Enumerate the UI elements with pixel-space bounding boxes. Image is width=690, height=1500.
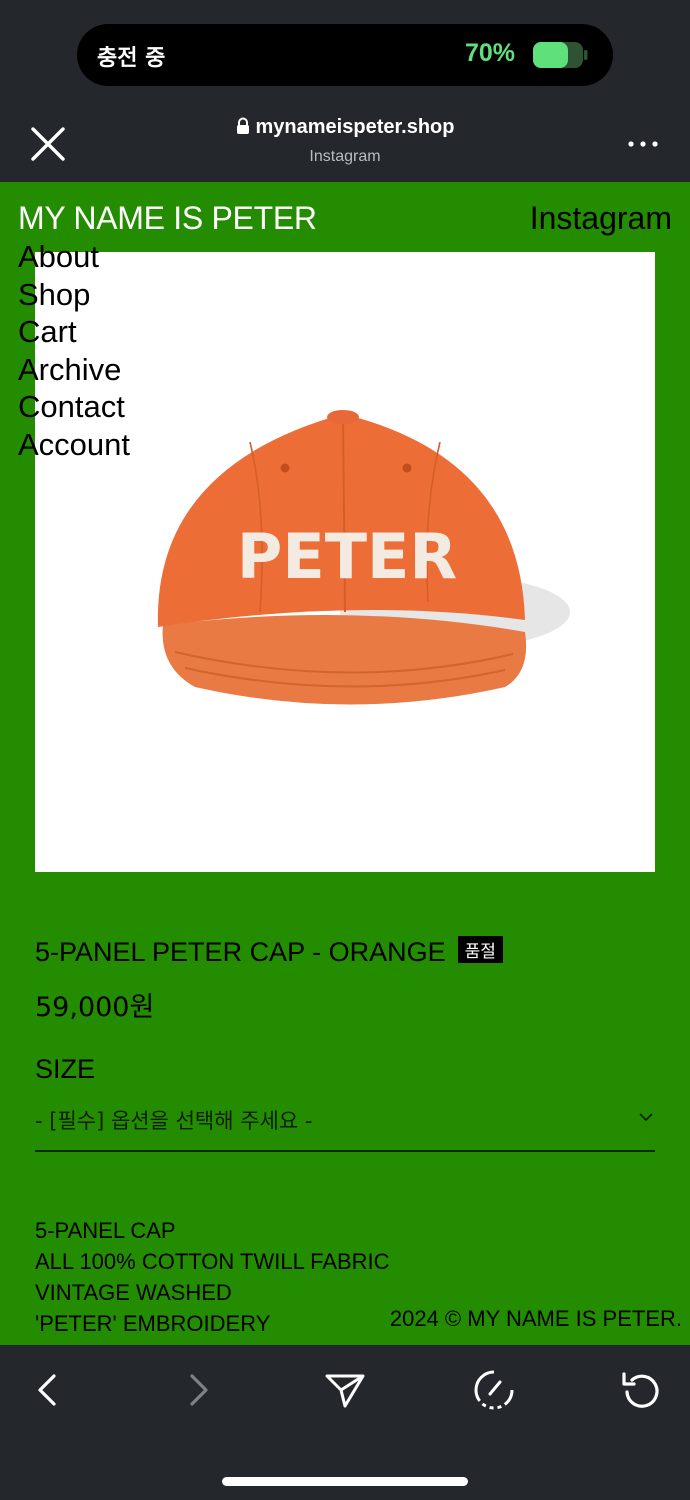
product-price: 59,000원	[35, 992, 155, 1023]
reload-icon[interactable]	[620, 1368, 664, 1412]
nav-cart[interactable]: Cart	[18, 313, 130, 351]
battery-icon	[533, 42, 588, 68]
source-app-label: Instagram	[309, 148, 381, 165]
site-title[interactable]: MY NAME IS PETER	[18, 200, 317, 237]
description-line: VINTAGE WASHED	[35, 1280, 232, 1305]
share-icon[interactable]	[323, 1368, 367, 1412]
nav-shop[interactable]: Shop	[18, 276, 130, 314]
nav-account[interactable]: Account	[18, 426, 130, 464]
description-line: 'PETER' EMBROIDERY	[35, 1311, 271, 1336]
size-select[interactable]: - [필수] 옵션을 선택해 주세요 -	[35, 1102, 655, 1152]
nav-about[interactable]: About	[18, 238, 130, 276]
site-nav: About Shop Cart Archive Contact Account	[18, 238, 130, 464]
size-label: SIZE	[35, 1054, 96, 1084]
cap-embroidery-text: PETER	[237, 520, 457, 593]
more-dots-icon[interactable]	[627, 138, 659, 150]
product-title: 5-PANEL PETER CAP - ORANGE	[35, 937, 446, 967]
nav-archive[interactable]: Archive	[18, 351, 130, 389]
address-bar[interactable]: mynameispeter.shop	[0, 116, 690, 139]
status-pill: 충전 중 70%	[77, 24, 613, 86]
battery-percent: 70%	[465, 39, 516, 67]
charging-status: 충전 중	[97, 46, 166, 71]
back-icon[interactable]	[26, 1368, 70, 1412]
instagram-link[interactable]: Instagram	[530, 200, 672, 237]
description-line: ALL 100% COTTON TWILL FABRIC	[35, 1249, 390, 1274]
soldout-badge: 품절	[457, 936, 503, 963]
webpage: PETER MY NAME IS PETER Instagram About S…	[0, 182, 690, 1345]
forward-icon[interactable]	[176, 1368, 220, 1412]
description-line: 5-PANEL CAP	[35, 1218, 176, 1243]
url-text: mynameispeter.shop	[255, 116, 455, 138]
browser-icon[interactable]	[472, 1368, 516, 1412]
chevron-down-icon	[639, 1113, 653, 1122]
product-name: 5-PANEL PETER CAP - ORANGE 품절	[35, 936, 503, 968]
copyright: 2024 © MY NAME IS PETER.	[389, 1306, 682, 1331]
product-description: 5-PANEL CAP ALL 100% COTTON TWILL FABRIC…	[35, 1215, 390, 1339]
size-select-value: - [필수] 옵션을 선택해 주세요 -	[35, 1109, 313, 1133]
lock-icon	[236, 117, 249, 134]
home-indicator[interactable]	[222, 1477, 468, 1486]
nav-contact[interactable]: Contact	[18, 388, 130, 426]
